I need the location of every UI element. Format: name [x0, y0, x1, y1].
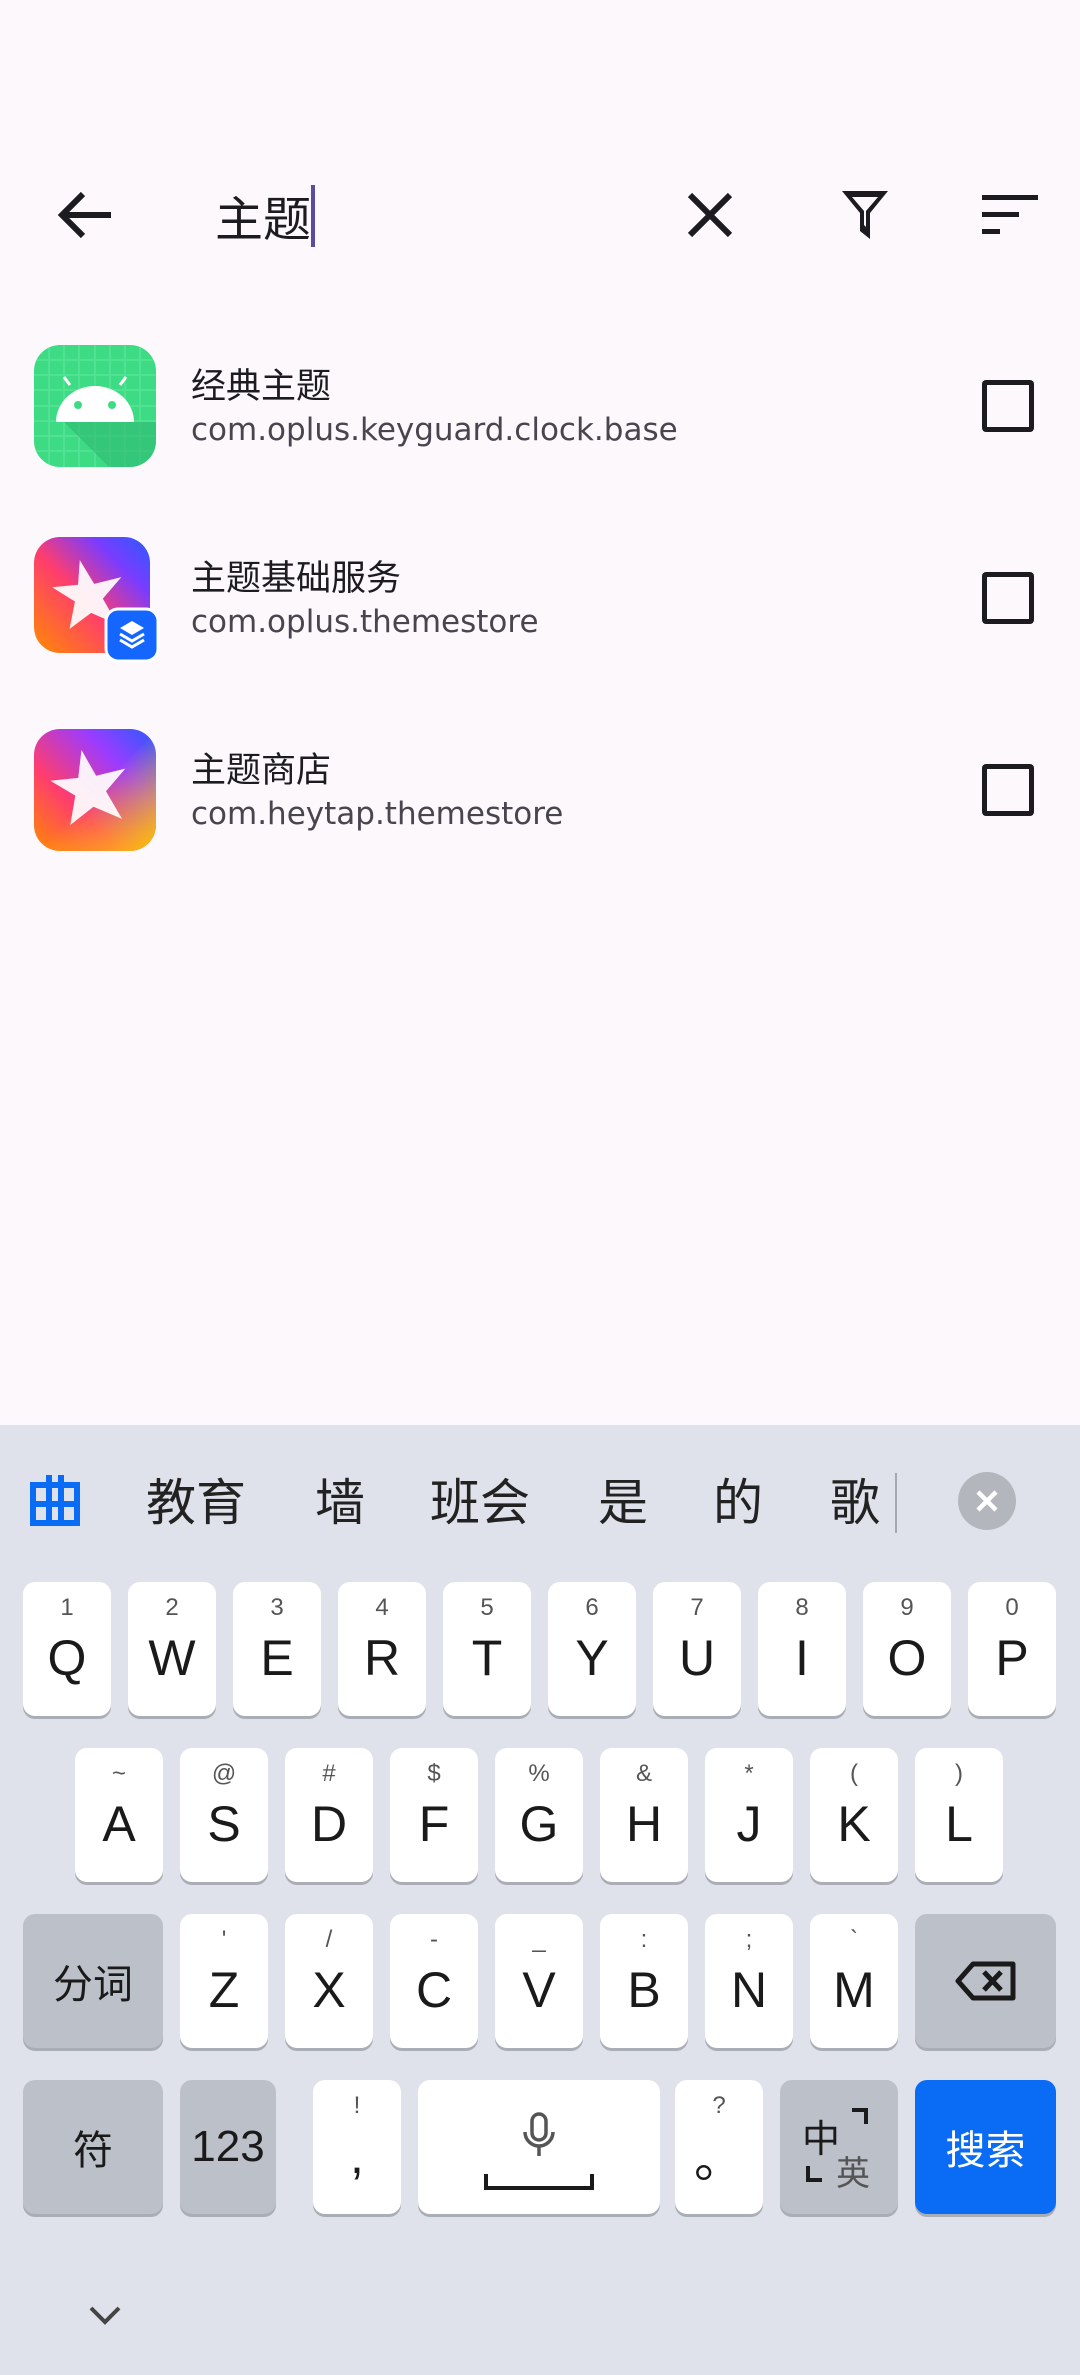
android-icon	[34, 345, 156, 467]
dismiss-candidates-button[interactable]	[958, 1472, 1016, 1530]
candidate-divider	[895, 1473, 897, 1533]
key-q[interactable]: 1Q	[23, 1582, 111, 1716]
filter-icon	[842, 191, 888, 239]
key-g[interactable]: % G	[495, 1748, 583, 1882]
search-input[interactable]	[215, 180, 635, 250]
space-bar-icon	[484, 2174, 594, 2190]
list-item[interactable]: 主题基础服务 com.oplus.themestore	[0, 522, 1080, 714]
numbers-key[interactable]: 123	[180, 2080, 276, 2214]
key-h[interactable]: & H	[600, 1748, 688, 1882]
candidate-bar: 教育 墙 班会 是 的 歌	[0, 1425, 1080, 1575]
clear-search-button[interactable]	[655, 160, 765, 270]
close-icon	[687, 192, 733, 238]
app-name: 主题商店	[191, 751, 332, 791]
key-y[interactable]: 6Y	[548, 1582, 636, 1716]
symbols-key[interactable]: 符	[23, 2080, 163, 2214]
key-r[interactable]: 4R	[338, 1582, 426, 1716]
key-a[interactable]: ~ A	[75, 1748, 163, 1882]
key-t[interactable]: 5T	[443, 1582, 531, 1716]
key-l[interactable]: ) L	[915, 1748, 1003, 1882]
key-j[interactable]: * J	[705, 1748, 793, 1882]
key-o[interactable]: 9O	[863, 1582, 951, 1716]
candidate-word[interactable]: 是	[598, 1463, 648, 1535]
collapse-keyboard-button[interactable]	[80, 2295, 130, 2335]
candidate-word[interactable]: 歌	[830, 1463, 880, 1535]
switch-bracket-icon	[806, 2108, 868, 2182]
list-item[interactable]: 经典主题 com.oplus.keyguard.clock.base	[0, 330, 1080, 522]
candidate-word[interactable]: 的	[713, 1463, 763, 1535]
key-p[interactable]: 0P	[968, 1582, 1056, 1716]
key-k[interactable]: (K	[810, 1748, 898, 1882]
back-button[interactable]	[30, 160, 140, 270]
app-package: com.heytap.themestore	[191, 796, 564, 832]
key-c[interactable]: -C	[390, 1914, 478, 2048]
sort-icon	[982, 195, 1038, 234]
search-key[interactable]: 搜索	[915, 2080, 1056, 2214]
segment-key[interactable]: 分词	[23, 1914, 163, 2048]
key-m[interactable]: ` M	[810, 1914, 898, 2048]
space-key[interactable]	[418, 2080, 660, 2214]
key-period[interactable]: ?。	[675, 2080, 763, 2214]
key-d[interactable]: # D	[285, 1748, 373, 1882]
app-name: 主题基础服务	[191, 559, 402, 599]
app-package: com.oplus.keyguard.clock.base	[191, 412, 678, 448]
key-i[interactable]: 8I	[758, 1582, 846, 1716]
key-x[interactable]: / X	[285, 1914, 373, 2048]
chevron-down-icon	[89, 2306, 121, 2325]
soft-keyboard: 教育 墙 班会 是 的 歌 1Q 2W 3E 4R 5T 6Y 7U 8I 9O…	[0, 1425, 1080, 2375]
app-name: 经典主题	[191, 367, 332, 407]
key-n[interactable]: ; N	[705, 1914, 793, 2048]
microphone-icon	[523, 2112, 555, 2156]
key-u[interactable]: 7U	[653, 1582, 741, 1716]
app-list: 经典主题 com.oplus.keyguard.clock.base 主题基础服…	[0, 330, 1080, 906]
key-s[interactable]: @ S	[180, 1748, 268, 1882]
candidate-word[interactable]: 墙	[315, 1463, 365, 1535]
key-w[interactable]: 2W	[128, 1582, 216, 1716]
key-b[interactable]: :B	[600, 1914, 688, 2048]
text-cursor	[311, 185, 315, 247]
key-z[interactable]: ' Z	[180, 1914, 268, 2048]
app-package: com.oplus.themestore	[191, 604, 539, 640]
candidate-word[interactable]: 教育	[146, 1463, 246, 1535]
filter-button[interactable]	[810, 160, 920, 270]
select-checkbox[interactable]	[982, 572, 1034, 624]
key-v[interactable]: _ V	[495, 1914, 583, 2048]
key-f[interactable]: $ F	[390, 1748, 478, 1882]
close-icon	[976, 1490, 998, 1512]
sort-button[interactable]	[955, 160, 1065, 270]
search-bar	[0, 150, 1080, 280]
keyboard-logo-icon[interactable]	[30, 1473, 80, 1527]
select-checkbox[interactable]	[982, 764, 1034, 816]
arrow-back-icon	[57, 191, 111, 239]
select-checkbox[interactable]	[982, 380, 1034, 432]
themestore-icon	[34, 729, 156, 851]
backspace-icon	[955, 1961, 1015, 2001]
candidate-word[interactable]: 班会	[430, 1463, 530, 1535]
list-item[interactable]: 主题商店 com.heytap.themestore	[0, 714, 1080, 906]
language-switch-key[interactable]: 中 英	[780, 2080, 898, 2214]
themestore-service-icon	[34, 537, 160, 663]
key-e[interactable]: 3E	[233, 1582, 321, 1716]
backspace-key[interactable]	[915, 1914, 1056, 2048]
key-comma[interactable]: !,	[313, 2080, 401, 2214]
